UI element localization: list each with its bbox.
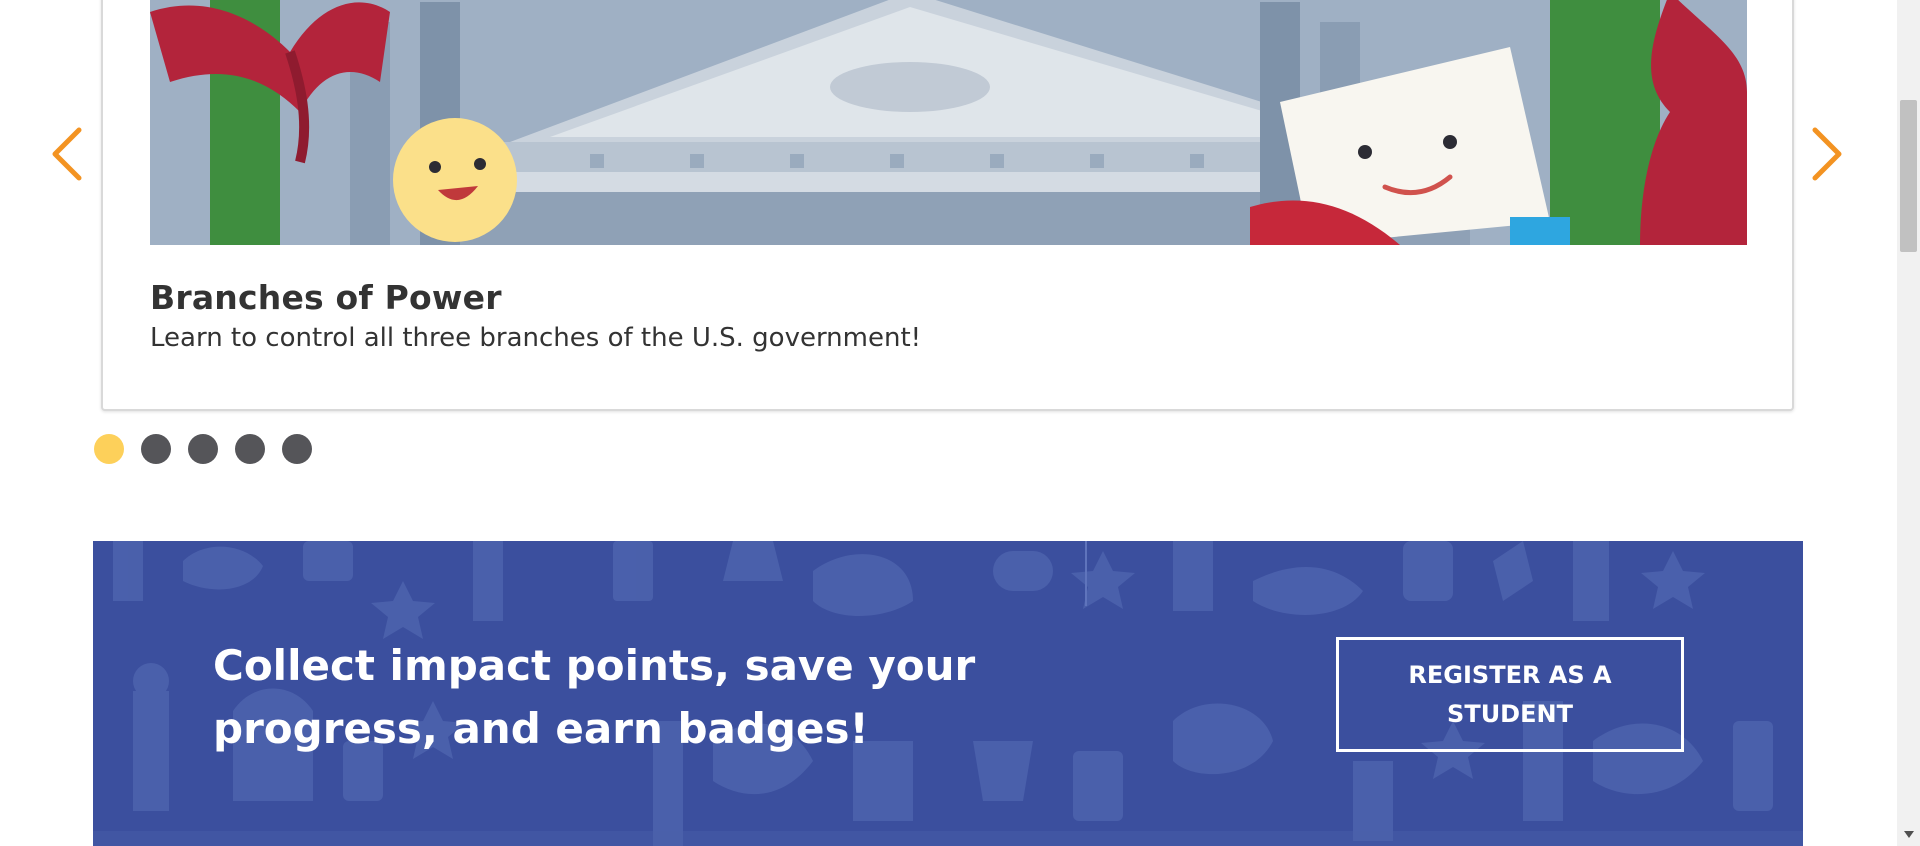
carousel-next-arrow[interactable] xyxy=(1808,124,1848,184)
carousel-dots xyxy=(94,434,312,464)
banner-heading: Collect impact points, save your progres… xyxy=(213,641,976,753)
slide-image xyxy=(150,0,1747,245)
carousel-dot-2[interactable] xyxy=(141,434,171,464)
register-student-button[interactable]: REGISTER AS A STUDENT xyxy=(1336,637,1684,752)
chevron-left-icon xyxy=(52,127,82,181)
chevron-right-icon xyxy=(1812,127,1842,181)
carousel-dot-3[interactable] xyxy=(188,434,218,464)
carousel-dot-5[interactable] xyxy=(282,434,312,464)
slide-card[interactable]: Branches of Power Learn to control all t… xyxy=(101,0,1794,411)
registration-banner: Collect impact points, save your progres… xyxy=(93,541,1803,846)
slide-description: Learn to control all three branches of t… xyxy=(150,323,922,353)
page-scrollbar[interactable] xyxy=(1897,0,1920,846)
scrollbar-thumb[interactable] xyxy=(1900,100,1917,252)
slide-title[interactable]: Branches of Power xyxy=(150,278,502,317)
carousel-prev-arrow[interactable] xyxy=(46,124,86,184)
carousel-dot-1[interactable] xyxy=(94,434,124,464)
carousel-dot-4[interactable] xyxy=(235,434,265,464)
scroll-down-icon[interactable] xyxy=(1902,828,1915,841)
